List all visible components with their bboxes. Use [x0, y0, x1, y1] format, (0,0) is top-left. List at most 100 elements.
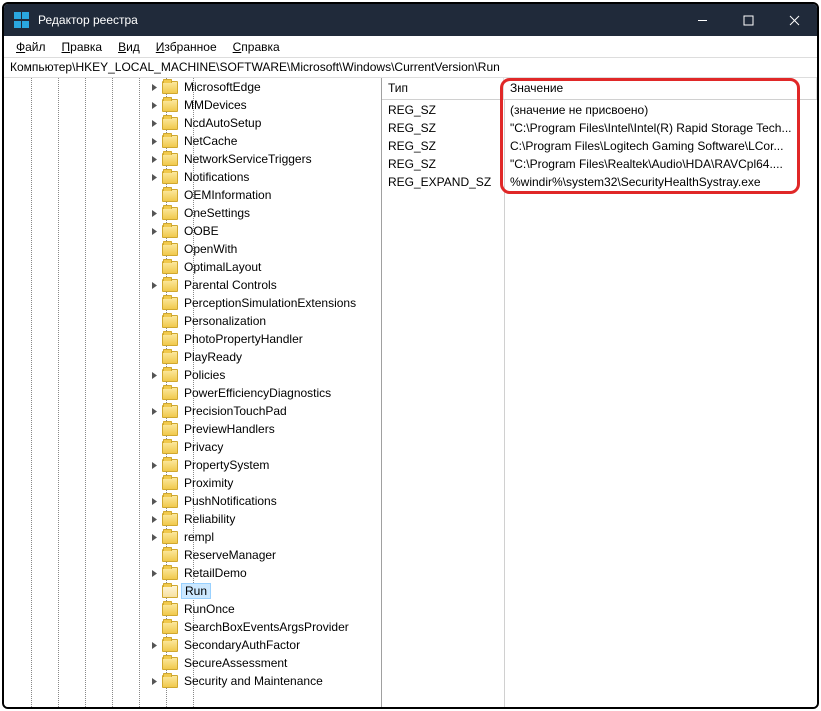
tree-node-parental-controls[interactable]: Parental Controls: [4, 276, 381, 294]
tree-node-previewhandlers[interactable]: PreviewHandlers: [4, 420, 381, 438]
folder-icon: [162, 117, 178, 130]
folder-icon: [162, 603, 178, 616]
menu-правка[interactable]: Правка: [54, 38, 111, 56]
cell-value: %windir%\system32\SecurityHealthSystray.…: [504, 174, 817, 190]
chevron-right-icon[interactable]: [148, 135, 160, 147]
tree-node-security-and-maintenance[interactable]: Security and Maintenance: [4, 672, 381, 690]
chevron-right-icon[interactable]: [148, 675, 160, 687]
chevron-right-icon[interactable]: [148, 117, 160, 129]
tree-node-notifications[interactable]: Notifications: [4, 168, 381, 186]
tree-node-retaildemo[interactable]: RetailDemo: [4, 564, 381, 582]
tree-label: Notifications: [182, 170, 251, 184]
value-row[interactable]: REG_EXPAND_SZ%windir%\system32\SecurityH…: [382, 173, 817, 191]
folder-icon: [162, 387, 178, 400]
tree-label: RunOnce: [182, 602, 237, 616]
registry-editor-window: Редактор реестра ФайлПравкаВидИзбранноеС…: [2, 2, 819, 709]
tree-node-photopropertyhandler[interactable]: PhotoPropertyHandler: [4, 330, 381, 348]
folder-icon: [162, 477, 178, 490]
tree-node-mmdevices[interactable]: MMDevices: [4, 96, 381, 114]
folder-icon: [162, 621, 178, 634]
chevron-right-icon[interactable]: [148, 207, 160, 219]
chevron-right-icon[interactable]: [148, 171, 160, 183]
folder-icon: [162, 81, 178, 94]
folder-icon: [162, 243, 178, 256]
chevron-right-icon[interactable]: [148, 495, 160, 507]
minimize-button[interactable]: [679, 4, 725, 36]
folder-icon: [162, 405, 178, 418]
tree-node-microsoftedge[interactable]: MicrosoftEdge: [4, 78, 381, 96]
tree-label: PhotoPropertyHandler: [182, 332, 305, 346]
tree-node-secureassessment[interactable]: SecureAssessment: [4, 654, 381, 672]
chevron-right-icon[interactable]: [148, 153, 160, 165]
tree-node-playready[interactable]: PlayReady: [4, 348, 381, 366]
tree-node-propertysystem[interactable]: PropertySystem: [4, 456, 381, 474]
close-button[interactable]: [771, 4, 817, 36]
tree-node-perceptionsimulationextensions[interactable]: PerceptionSimulationExtensions: [4, 294, 381, 312]
menu-справка[interactable]: Справка: [225, 38, 288, 56]
menu-избранное[interactable]: Избранное: [148, 38, 225, 56]
chevron-right-icon[interactable]: [148, 279, 160, 291]
value-row[interactable]: REG_SZ(значение не присвоено): [382, 101, 817, 119]
tree-label: Privacy: [182, 440, 225, 454]
chevron-right-icon[interactable]: [148, 639, 160, 651]
tree-node-pushnotifications[interactable]: PushNotifications: [4, 492, 381, 510]
tree-node-personalization[interactable]: Personalization: [4, 312, 381, 330]
col-value[interactable]: Значение: [504, 78, 817, 99]
tree-node-runonce[interactable]: RunOnce: [4, 600, 381, 618]
chevron-right-icon[interactable]: [148, 81, 160, 93]
tree-node-searchboxeventsargsprovider[interactable]: SearchBoxEventsArgsProvider: [4, 618, 381, 636]
tree-label: NetworkServiceTriggers: [182, 152, 314, 166]
tree-node-optimallayout[interactable]: OptimalLayout: [4, 258, 381, 276]
tree-node-openwith[interactable]: OpenWith: [4, 240, 381, 258]
tree-node-reservemanager[interactable]: ReserveManager: [4, 546, 381, 564]
col-type[interactable]: Тип: [382, 78, 504, 99]
value-row[interactable]: REG_SZ"C:\Program Files\Realtek\Audio\HD…: [382, 155, 817, 173]
chevron-right-icon[interactable]: [148, 405, 160, 417]
menubar: ФайлПравкаВидИзбранноеСправка: [4, 36, 817, 58]
menu-вид[interactable]: Вид: [110, 38, 148, 56]
tree-node-oobe[interactable]: OOBE: [4, 222, 381, 240]
value-row[interactable]: REG_SZC:\Program Files\Logitech Gaming S…: [382, 137, 817, 155]
tree-node-secondaryauthfactor[interactable]: SecondaryAuthFactor: [4, 636, 381, 654]
chevron-right-icon[interactable]: [148, 531, 160, 543]
tree-label: Security and Maintenance: [182, 674, 325, 688]
address-bar[interactable]: Компьютер\HKEY_LOCAL_MACHINE\SOFTWARE\Mi…: [4, 58, 817, 78]
tree-label: OptimalLayout: [182, 260, 263, 274]
tree-label: RetailDemo: [182, 566, 249, 580]
values-pane[interactable]: Тип Значение REG_SZ(значение не присвоен…: [382, 78, 817, 707]
column-headers[interactable]: Тип Значение: [382, 78, 817, 100]
tree-node-ncdautosetup[interactable]: NcdAutoSetup: [4, 114, 381, 132]
tree-node-policies[interactable]: Policies: [4, 366, 381, 384]
tree-node-networkservicetriggers[interactable]: NetworkServiceTriggers: [4, 150, 381, 168]
tree-label: PreviewHandlers: [182, 422, 277, 436]
menu-файл[interactable]: Файл: [8, 38, 54, 56]
folder-icon: [162, 261, 178, 274]
chevron-right-icon[interactable]: [148, 369, 160, 381]
tree-node-run[interactable]: Run: [4, 582, 381, 600]
chevron-right-icon[interactable]: [148, 513, 160, 525]
tree-node-rempl[interactable]: rempl: [4, 528, 381, 546]
chevron-right-icon[interactable]: [148, 225, 160, 237]
tree-node-reliability[interactable]: Reliability: [4, 510, 381, 528]
titlebar[interactable]: Редактор реестра: [4, 4, 817, 36]
folder-icon: [162, 99, 178, 112]
tree-node-precisiontouchpad[interactable]: PrecisionTouchPad: [4, 402, 381, 420]
tree-pane[interactable]: MicrosoftEdgeMMDevicesNcdAutoSetupNetCac…: [4, 78, 382, 707]
tree-node-privacy[interactable]: Privacy: [4, 438, 381, 456]
value-row[interactable]: REG_SZ"C:\Program Files\Intel\Intel(R) R…: [382, 119, 817, 137]
tree-node-proximity[interactable]: Proximity: [4, 474, 381, 492]
chevron-right-icon[interactable]: [148, 99, 160, 111]
folder-icon: [162, 207, 178, 220]
tree-node-powerefficiencydiagnostics[interactable]: PowerEfficiencyDiagnostics: [4, 384, 381, 402]
cell-type: REG_SZ: [382, 156, 504, 172]
chevron-right-icon[interactable]: [148, 459, 160, 471]
chevron-right-icon[interactable]: [148, 567, 160, 579]
column-separator[interactable]: [504, 100, 505, 707]
tree-node-netcache[interactable]: NetCache: [4, 132, 381, 150]
tree-node-oeminformation[interactable]: OEMInformation: [4, 186, 381, 204]
tree-node-onesettings[interactable]: OneSettings: [4, 204, 381, 222]
maximize-button[interactable]: [725, 4, 771, 36]
folder-icon: [162, 441, 178, 454]
folder-icon: [162, 549, 178, 562]
folder-icon: [162, 297, 178, 310]
